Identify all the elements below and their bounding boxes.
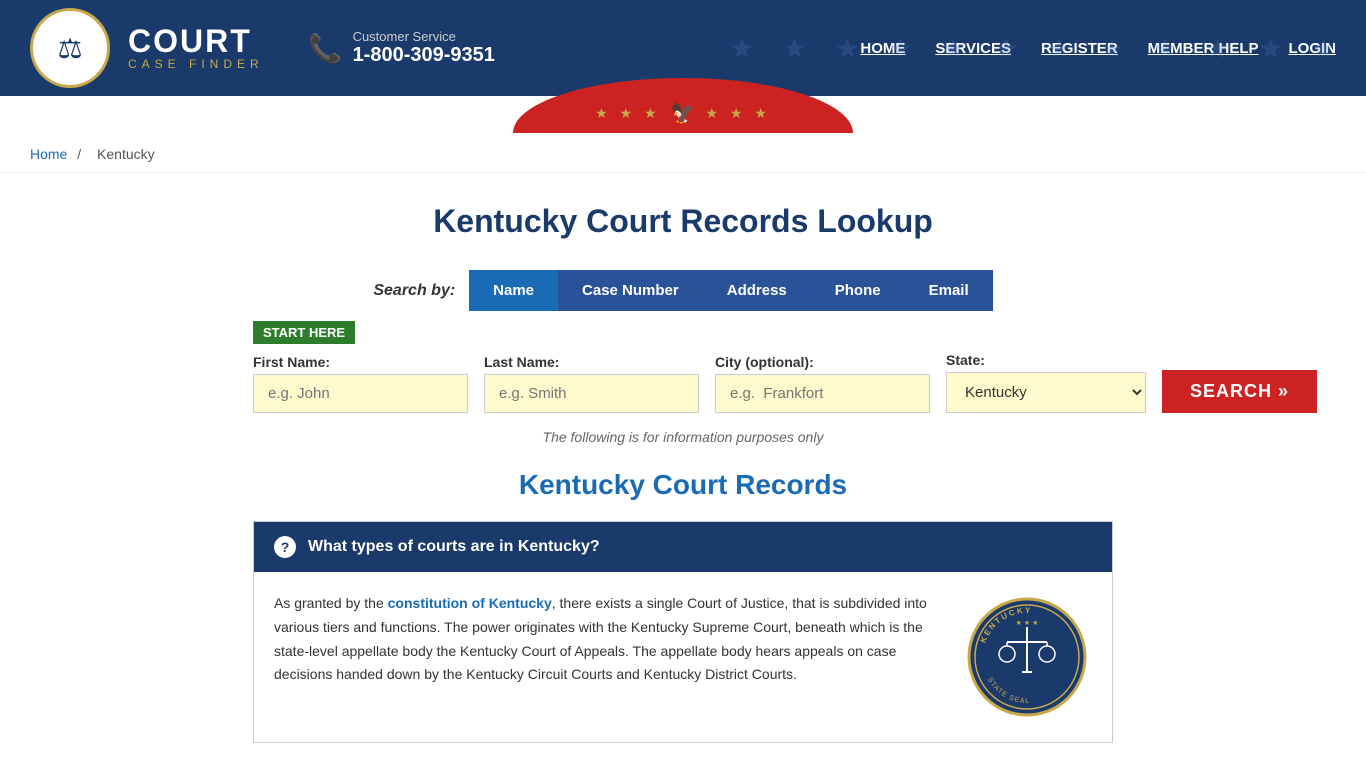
last-name-label: Last Name: (484, 354, 699, 370)
svg-text:★ ★ ★: ★ ★ ★ (1016, 619, 1039, 627)
faq-body: As granted by the constitution of Kentuc… (254, 572, 1112, 742)
tab-case-number[interactable]: Case Number (558, 270, 703, 311)
breadcrumb-home[interactable]: Home (30, 146, 67, 162)
last-name-group: Last Name: (484, 354, 699, 413)
tab-address[interactable]: Address (703, 270, 811, 311)
logo-icon: ⚖ (30, 8, 110, 88)
faq-item: ? What types of courts are in Kentucky? … (253, 521, 1113, 743)
state-label: State: (946, 352, 1146, 368)
tab-phone[interactable]: Phone (811, 270, 905, 311)
start-here-badge: START HERE (253, 321, 355, 344)
customer-service: 📞 Customer Service 1-800-309-9351 (308, 29, 495, 67)
logo-case-finder-text: CASE FINDER (128, 57, 264, 71)
customer-service-label: Customer Service (353, 29, 495, 44)
logo-text: COURT CASE FINDER (114, 21, 278, 75)
stars-right: ★ ★ ★ (705, 105, 770, 122)
search-form: First Name: Last Name: City (optional): … (253, 352, 1113, 413)
breadcrumb: Home / Kentucky (0, 136, 1366, 173)
last-name-input[interactable] (484, 374, 699, 413)
faq-question: What types of courts are in Kentucky? (308, 538, 600, 556)
faq-question-icon: ? (274, 536, 296, 558)
state-group: State: Kentucky Alabama Alaska Arizona A… (946, 352, 1146, 413)
nav-login[interactable]: LOGIN (1289, 40, 1337, 57)
nav-home[interactable]: HOME (860, 40, 905, 57)
faq-header[interactable]: ? What types of courts are in Kentucky? (254, 522, 1112, 572)
faq-body-text: As granted by the constitution of Kentuc… (274, 592, 942, 722)
search-by-row: Search by: Name Case Number Address Phon… (253, 270, 1113, 311)
nav-member-help[interactable]: MEMBER HELP (1148, 40, 1259, 57)
kentucky-seal: KENTUCKY STATE SEAL ★ ★ ★ (962, 592, 1092, 722)
customer-service-phone: 1-800-309-9351 (353, 44, 495, 67)
first-name-group: First Name: (253, 354, 468, 413)
main-nav: HOME SERVICES REGISTER MEMBER HELP LOGIN (860, 40, 1336, 57)
faq-body-text-1: As granted by the (274, 595, 388, 611)
logo[interactable]: ⚖ COURT CASE FINDER (30, 8, 278, 88)
eagle-icon: 🦅 (671, 101, 696, 126)
first-name-label: First Name: (253, 354, 468, 370)
nav-services[interactable]: SERVICES (935, 40, 1011, 57)
faq-body-link[interactable]: constitution of Kentucky (388, 595, 552, 611)
main-content: Kentucky Court Records Lookup Search by:… (233, 173, 1133, 763)
city-label: City (optional): (715, 354, 930, 370)
tab-name[interactable]: Name (469, 270, 558, 311)
breadcrumb-current: Kentucky (97, 146, 155, 162)
stars-left: ★ ★ ★ (595, 105, 660, 122)
state-select[interactable]: Kentucky Alabama Alaska Arizona Arkansas… (946, 372, 1146, 413)
search-by-label: Search by: (373, 282, 455, 300)
city-input[interactable] (715, 374, 930, 413)
search-button[interactable]: SEARCH » (1162, 370, 1317, 413)
tab-email[interactable]: Email (905, 270, 993, 311)
info-text: The following is for information purpose… (253, 429, 1113, 445)
section-title: Kentucky Court Records (253, 469, 1113, 501)
page-title: Kentucky Court Records Lookup (253, 203, 1113, 240)
breadcrumb-separator: / (77, 146, 81, 162)
logo-court-text: COURT (128, 25, 264, 57)
header-divider: ★ ★ ★ 🦅 ★ ★ ★ (0, 96, 1366, 136)
nav-register[interactable]: REGISTER (1041, 40, 1118, 57)
phone-icon: 📞 (308, 32, 343, 65)
eagle-area: ★ ★ ★ 🦅 ★ ★ ★ (595, 101, 771, 126)
first-name-input[interactable] (253, 374, 468, 413)
city-group: City (optional): (715, 354, 930, 413)
